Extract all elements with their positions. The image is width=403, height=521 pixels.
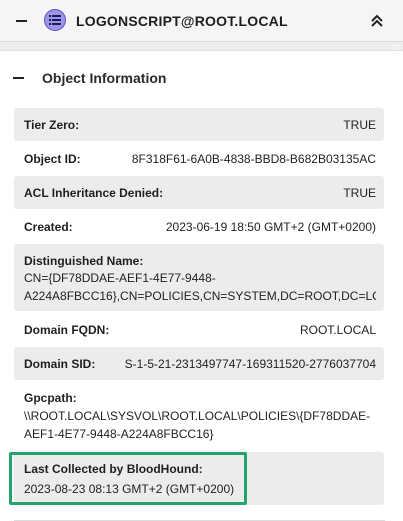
field-value: 2023-06-19 18:50 GMT+2 (GMT+0200) — [165, 220, 376, 234]
field-label: Created: — [24, 220, 73, 234]
field-domain-fqdn: Domain FQDN: ROOT.LOCAL — [14, 313, 384, 346]
field-value: \\ROOT.LOCAL\SYSVOL\ROOT.LOCAL\POLICIES\… — [24, 407, 376, 443]
section-title[interactable]: Object Information — [42, 70, 166, 86]
field-value-line: AEF1-4E77-9448-A224A8FBCC16} — [24, 427, 214, 441]
field-object-id: Object ID: 8F318F61-6A0B-4838-BBD8-B682B… — [14, 142, 384, 175]
field-value-line: \\ROOT.LOCAL\SYSVOL\ROOT.LOCAL\POLICIES\… — [24, 409, 371, 423]
field-label: Tier Zero: — [24, 118, 80, 132]
field-value: CN={DF78DDAE-AEF1-4E77-9448- A224A8FBCC1… — [24, 269, 376, 305]
field-label: Domain SID: — [24, 357, 96, 371]
field-label: Object ID: — [24, 152, 81, 166]
field-value-line: CN={DF78DDAE-AEF1-4E77-9448- — [24, 271, 216, 285]
field-acl-inheritance: ACL Inheritance Denied: TRUE — [14, 176, 384, 209]
field-gpcpath: Gpcpath: \\ROOT.LOCAL\SYSVOL\ROOT.LOCAL\… — [14, 381, 384, 449]
minus-icon[interactable] — [13, 14, 29, 28]
field-label: Distinguished Name: — [24, 254, 144, 268]
entity-title: LOGONSCRIPT@ROOT.LOCAL — [76, 13, 288, 29]
double-chevron-up-icon[interactable] — [368, 12, 386, 30]
field-domain-sid: Domain SID: S-1-5-21-2313497747-16931152… — [14, 347, 384, 380]
field-created: Created: 2023-06-19 18:50 GMT+2 (GMT+020… — [14, 210, 384, 243]
field-value: ROOT.LOCAL — [299, 323, 376, 337]
object-information-panel: Object Information Tier Zero: TRUE Objec… — [0, 50, 403, 521]
highlight-box — [9, 452, 247, 505]
field-label: Gpcpath: — [24, 391, 77, 405]
field-tier-zero: Tier Zero: TRUE — [14, 108, 384, 141]
field-distinguished-name: Distinguished Name: CN={DF78DDAE-AEF1-4E… — [14, 244, 384, 311]
field-value: TRUE — [343, 118, 376, 132]
entity-header[interactable]: LOGONSCRIPT@ROOT.LOCAL — [0, 0, 403, 42]
field-value-line: A224A8FBCC16},CN=POLICIES,CN=SYSTEM,DC=R… — [24, 289, 376, 303]
field-value: 8F318F61-6A0B-4838-BBD8-B682B03135AC — [131, 152, 376, 166]
list-icon — [44, 9, 66, 31]
field-label: ACL Inheritance Denied: — [24, 186, 164, 200]
minus-icon[interactable] — [13, 77, 24, 79]
field-value: TRUE — [343, 186, 376, 200]
field-label: Domain FQDN: — [24, 323, 110, 337]
field-value: S-1-5-21-2313497747-169311520-2776037704 — [124, 357, 376, 371]
